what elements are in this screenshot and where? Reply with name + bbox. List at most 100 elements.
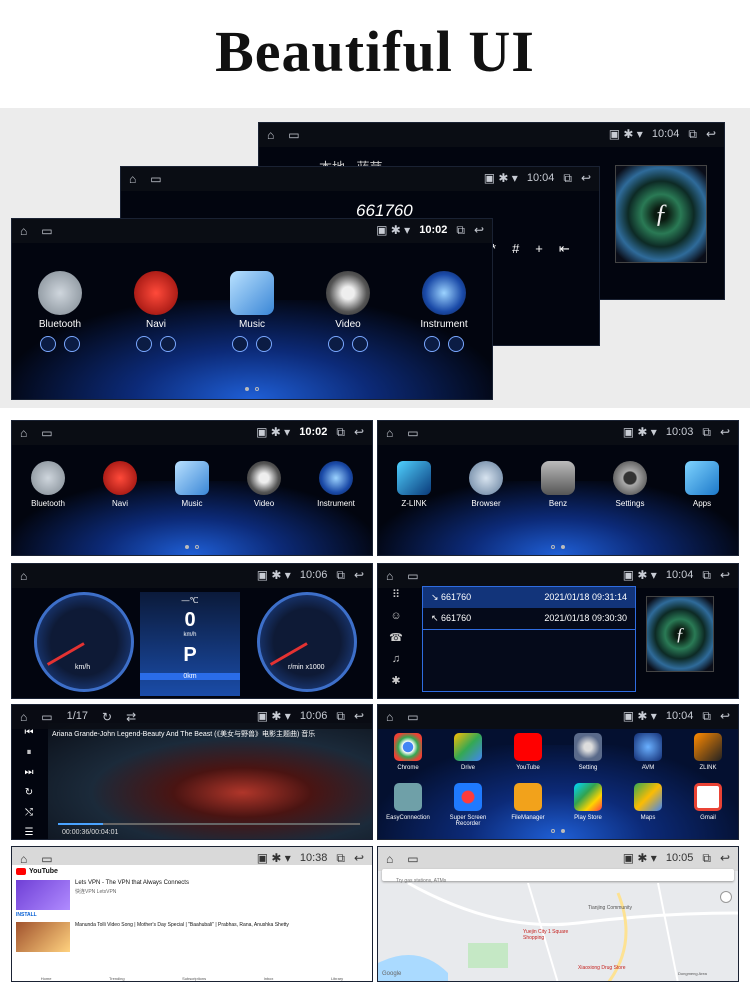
loop-icon[interactable]: ↻ (25, 787, 33, 798)
app-instrument[interactable]: Instrument (300, 461, 372, 508)
page-dot[interactable] (245, 387, 249, 391)
app-gmail[interactable]: Gmail (680, 783, 736, 827)
back-icon[interactable]: ↩ (581, 171, 591, 185)
recent-icon[interactable]: ☎ (389, 631, 403, 644)
nav-library[interactable]: Library (331, 976, 343, 981)
window-icon[interactable]: ⧉ (702, 851, 711, 865)
window-icon[interactable]: ⧉ (456, 223, 465, 237)
progress-track[interactable] (58, 823, 360, 825)
app-video[interactable]: Video (228, 461, 300, 508)
app-zlink[interactable]: ZLINK (680, 733, 736, 771)
shuffle-icon[interactable]: ⤭ (25, 807, 33, 818)
video-card[interactable]: Manunda Tolli Video Song | Mother's Day … (12, 918, 372, 956)
app-zlink[interactable]: Z-LINK (378, 461, 450, 508)
back-icon[interactable]: ↩ (354, 568, 364, 582)
screen-icon[interactable]: ▭ (41, 710, 52, 724)
window-icon[interactable]: ⧉ (336, 851, 345, 865)
app-music[interactable]: Music (212, 271, 292, 352)
app-video[interactable]: Video (308, 271, 388, 352)
location-button[interactable] (720, 891, 732, 903)
contacts-icon[interactable]: ☺ (390, 610, 401, 622)
home-icon[interactable]: ⌂ (20, 852, 27, 866)
dial-key-hash[interactable]: # (512, 241, 519, 257)
app-setting[interactable]: Setting (560, 733, 616, 771)
screen-icon[interactable]: ▭ (41, 224, 52, 238)
dial-key-backspace[interactable]: ⇤ (559, 241, 570, 257)
home-icon[interactable]: ⌂ (20, 224, 27, 238)
screen-icon[interactable]: ▭ (407, 426, 418, 440)
app-youtube[interactable]: YouTube (500, 733, 556, 771)
screen-icon[interactable]: ▭ (407, 852, 418, 866)
back-icon[interactable]: ↩ (706, 127, 716, 141)
home-icon[interactable]: ⌂ (386, 852, 393, 866)
map-poi[interactable]: Dongmeng Area (678, 971, 707, 976)
back-icon[interactable]: ↩ (354, 425, 364, 439)
window-icon[interactable]: ⧉ (336, 425, 345, 439)
screen-icon[interactable]: ▭ (407, 569, 418, 583)
back-icon[interactable]: ↩ (354, 851, 364, 865)
home-icon[interactable]: ⌂ (20, 710, 27, 724)
shuffle-icon[interactable]: ⇄ (126, 710, 136, 724)
window-icon[interactable]: ⧉ (336, 568, 345, 582)
app-chrome[interactable]: Chrome (380, 733, 436, 771)
screen-icon[interactable]: ▭ (41, 426, 52, 440)
ad-card[interactable]: Lets VPN - The VPN that Always Connects 快… (12, 878, 372, 912)
back-icon[interactable]: ↩ (354, 709, 364, 723)
home-icon[interactable]: ⌂ (386, 710, 393, 724)
screen-icon[interactable]: ▭ (150, 172, 161, 186)
app-navi[interactable]: Navi (116, 271, 196, 352)
app-filemanager[interactable]: FileManager (500, 783, 556, 827)
home-icon[interactable]: ⌂ (267, 128, 274, 142)
map-poi[interactable]: Xiaoxiong Drug Store (578, 965, 626, 971)
app-bluetooth[interactable]: Bluetooth (12, 461, 84, 508)
screen-icon[interactable]: ▭ (407, 710, 418, 724)
map-search-bar[interactable]: Try gas stations, ATMs (382, 869, 734, 884)
back-icon[interactable]: ↩ (720, 851, 730, 865)
app-benz[interactable]: Benz (522, 461, 594, 508)
home-icon[interactable]: ⌂ (129, 172, 136, 186)
prev-icon[interactable]: ⏮ (25, 727, 34, 738)
page-dot[interactable] (255, 387, 259, 391)
app-avm[interactable]: AVM (620, 733, 676, 771)
window-icon[interactable]: ⧉ (563, 171, 572, 185)
app-drive[interactable]: Drive (440, 733, 496, 771)
back-icon[interactable]: ↩ (720, 425, 730, 439)
nav-home[interactable]: Home (41, 976, 52, 981)
screen-icon[interactable]: ▭ (41, 852, 52, 866)
app-play-store[interactable]: Play Store (560, 783, 616, 827)
dial-key-plus[interactable]: + (535, 241, 543, 257)
map-poi[interactable]: Yuejin City 1 Square Shopping (523, 929, 573, 941)
playlist-icon[interactable]: ☰ (25, 827, 34, 838)
app-navi[interactable]: Navi (84, 461, 156, 508)
app-screen-recorder[interactable]: Super Screen Recorder (440, 783, 496, 827)
home-icon[interactable]: ⌂ (386, 426, 393, 440)
window-icon[interactable]: ⧉ (702, 425, 711, 439)
back-icon[interactable]: ↩ (474, 223, 484, 237)
home-icon[interactable]: ⌂ (20, 426, 27, 440)
app-apps[interactable]: Apps (666, 461, 738, 508)
repeat-icon[interactable]: ↻ (102, 710, 112, 724)
app-music[interactable]: Music (156, 461, 228, 508)
app-instrument[interactable]: Instrument (404, 271, 484, 352)
bluetooth-icon[interactable]: ✱ (391, 674, 400, 687)
back-icon[interactable]: ↩ (720, 568, 730, 582)
home-icon[interactable]: ⌂ (386, 569, 393, 583)
home-icon[interactable]: ⌂ (20, 569, 27, 583)
next-icon[interactable]: ⏭ (25, 767, 34, 778)
nav-inbox[interactable]: Inbox (264, 976, 274, 981)
map-poi[interactable]: Tianjing Community (588, 905, 638, 911)
app-browser[interactable]: Browser (450, 461, 522, 508)
nav-subscriptions[interactable]: Subscriptions (182, 976, 206, 981)
app-maps[interactable]: Maps (620, 783, 676, 827)
app-bluetooth[interactable]: Bluetooth (20, 271, 100, 352)
pause-icon[interactable]: ⏸ (27, 747, 32, 758)
screen-icon[interactable]: ▭ (288, 128, 299, 142)
app-easyconnection[interactable]: EasyConnection (380, 783, 436, 827)
nav-trending[interactable]: Trending (109, 976, 125, 981)
window-icon[interactable]: ⧉ (688, 127, 697, 141)
window-icon[interactable]: ⧉ (336, 709, 345, 723)
back-icon[interactable]: ↩ (720, 709, 730, 723)
window-icon[interactable]: ⧉ (702, 568, 711, 582)
keypad-icon[interactable]: ⠿ (392, 588, 400, 601)
window-icon[interactable]: ⧉ (702, 709, 711, 723)
